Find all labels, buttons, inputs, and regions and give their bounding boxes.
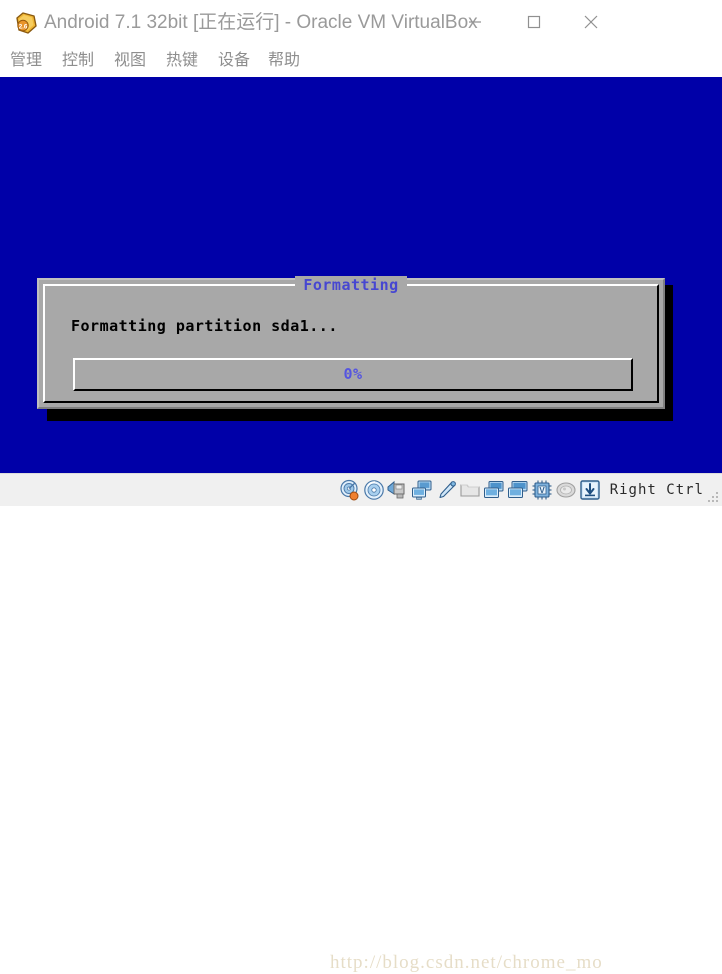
virtualbox-app-icon: 2.6: [14, 11, 38, 35]
watermark-text: http://blog.csdn.net/chrome_mo: [330, 952, 603, 973]
network-icon[interactable]: [411, 479, 433, 501]
menu-bar: 管理 控制 视图 热键 设备 帮助: [0, 45, 722, 77]
mouse-icon[interactable]: [555, 479, 577, 501]
recording-icon[interactable]: [507, 479, 529, 501]
menu-item-manage[interactable]: 管理: [10, 45, 42, 77]
shared-folder-icon[interactable]: [459, 479, 481, 501]
status-icon-group: V Right Ctrl: [339, 474, 718, 506]
host-key-icon[interactable]: [579, 479, 601, 501]
dialog-message: Formatting partition sda1...: [71, 317, 338, 335]
dialog-title: Formatting: [295, 276, 407, 294]
progress-bar: 0%: [73, 358, 633, 391]
resize-grip[interactable]: [708, 492, 719, 503]
minimize-button[interactable]: [452, 0, 498, 44]
menu-item-devices[interactable]: 设备: [218, 45, 250, 77]
cpu-icon[interactable]: V: [531, 479, 553, 501]
optical-disk-icon[interactable]: [363, 479, 385, 501]
menu-item-control[interactable]: 控制: [62, 45, 94, 77]
maximize-button[interactable]: [511, 0, 557, 44]
status-bar: http://blog.csdn.net/chrome_mo V Right C…: [0, 473, 722, 973]
svg-text:V: V: [539, 486, 545, 495]
close-button[interactable]: [568, 0, 614, 44]
formatting-dialog: Formatting Formatting partition sda1... …: [37, 276, 665, 409]
window-title: Android 7.1 32bit [正在运行] - Oracle VM Vir…: [44, 12, 478, 33]
dialog-inner-frame: Formatting Formatting partition sda1... …: [43, 276, 659, 403]
virtualbox-window: 2.6 Android 7.1 32bit [正在运行] - Oracle VM…: [0, 0, 722, 973]
display-icon[interactable]: [483, 479, 505, 501]
progress-percent-label: 0%: [343, 365, 363, 383]
menu-item-hotkey[interactable]: 热键: [166, 45, 198, 77]
vm-display[interactable]: Formatting Formatting partition sda1... …: [0, 77, 722, 473]
dialog-title-bar: Formatting: [45, 276, 657, 294]
usb-icon[interactable]: [435, 479, 457, 501]
menu-item-view[interactable]: 视图: [114, 45, 146, 77]
floppy-disk-icon[interactable]: [387, 479, 409, 501]
hard-disk-icon[interactable]: [339, 479, 361, 501]
title-bar: 2.6 Android 7.1 32bit [正在运行] - Oracle VM…: [0, 0, 722, 45]
svg-text:2.6: 2.6: [19, 23, 28, 30]
menu-item-help[interactable]: 帮助: [268, 45, 300, 77]
host-key-label: Right Ctrl: [609, 482, 704, 498]
